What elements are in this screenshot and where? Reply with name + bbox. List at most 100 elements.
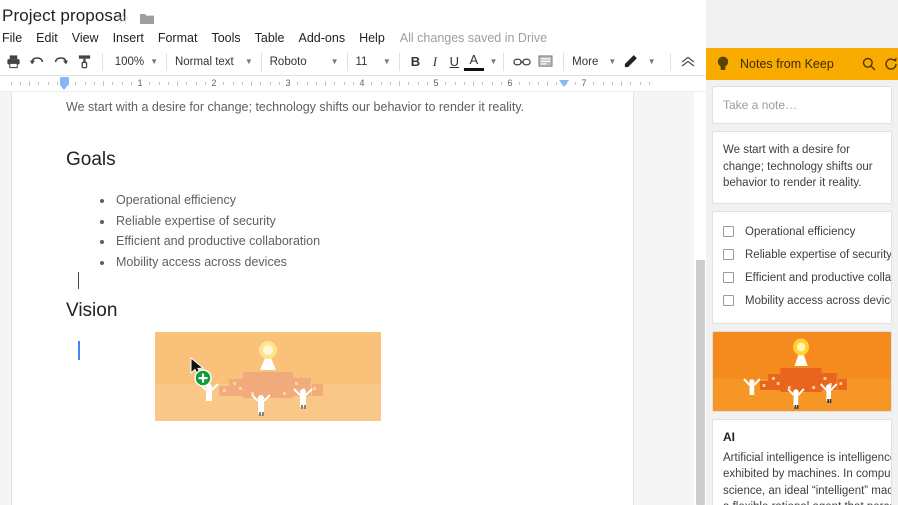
folder-icon[interactable]	[139, 12, 155, 28]
menu-table[interactable]: Table	[248, 28, 292, 48]
paint-format-icon[interactable]	[74, 51, 93, 73]
menu-format[interactable]: Format	[151, 28, 205, 48]
chevron-down-icon[interactable]: ▼	[648, 57, 656, 66]
list-item[interactable]: Mobility access across devices	[90, 252, 320, 273]
ruler-number: 4	[359, 78, 364, 88]
list-item[interactable]: Efficient and productive collaboration	[90, 231, 320, 252]
ruler-number: 6	[507, 78, 512, 88]
lightbulb-teamwork-illustration[interactable]	[713, 332, 891, 411]
link-icon[interactable]	[512, 51, 531, 73]
ruler-tick	[482, 82, 483, 85]
menu-tools[interactable]: Tools	[204, 28, 247, 48]
list-item[interactable]: Operational efficiency	[90, 190, 320, 211]
checkbox-unchecked-icon[interactable]	[723, 249, 734, 260]
font-family-dropdown[interactable]: Roboto ▼	[268, 51, 341, 73]
checklist[interactable]: Operational efficiency Reliable expertis…	[713, 212, 891, 323]
ruler-tick	[556, 82, 557, 85]
right-indent-marker[interactable]	[559, 80, 569, 87]
note-card-checklist[interactable]: Operational efficiency Reliable expertis…	[712, 211, 892, 324]
checkbox-unchecked-icon[interactable]	[723, 272, 734, 283]
ruler-tick	[381, 82, 382, 85]
ruler-tick	[445, 82, 446, 85]
zoom-dropdown[interactable]: 100% ▼	[113, 51, 160, 73]
document-page[interactable]: We start with a desire for change; techn…	[12, 92, 633, 505]
redo-icon[interactable]	[51, 51, 70, 73]
left-indent-marker[interactable]	[60, 77, 69, 85]
ruler-tick	[621, 81, 622, 86]
ruler-tick	[344, 82, 345, 85]
checklist-item-label: Efficient and productive collaboration	[745, 272, 892, 284]
horizontal-ruler[interactable]: 1234567	[0, 76, 706, 92]
ruler-tick	[168, 82, 169, 85]
list-item[interactable]: Operational efficiency	[723, 222, 881, 242]
ruler-tick	[390, 82, 391, 85]
paragraph-style-value: Normal text	[175, 56, 234, 68]
scrollbar-thumb[interactable]	[696, 260, 705, 505]
toolbar-divider	[399, 53, 400, 71]
note-body-clip: Artificial intelligence is intelligence …	[713, 446, 891, 505]
ruler-number: 7	[581, 78, 586, 88]
star-outline-icon[interactable]: ☆	[116, 12, 132, 28]
document-title[interactable]: Project proposal	[2, 6, 126, 26]
search-icon[interactable]	[862, 53, 876, 75]
bold-button[interactable]: B	[406, 51, 425, 73]
toolbar-divider	[102, 53, 103, 71]
note-card-ai[interactable]: AI Artificial intelligence is intelligen…	[712, 419, 892, 505]
intro-paragraph[interactable]: We start with a desire for change; techn…	[66, 98, 524, 116]
text-color-button[interactable]: A	[464, 53, 483, 71]
ruler-number: 1	[137, 78, 142, 88]
note-text-content: We start with a desire for change; techn…	[713, 132, 891, 203]
document-vertical-scrollbar[interactable]	[694, 92, 706, 505]
note-card-text[interactable]: We start with a desire for change; techn…	[712, 131, 892, 204]
chevron-down-icon: ▼	[331, 57, 339, 66]
pencil-icon[interactable]	[620, 51, 639, 73]
menu-help[interactable]: Help	[352, 28, 392, 48]
checkbox-unchecked-icon[interactable]	[723, 226, 734, 237]
checkbox-unchecked-icon[interactable]	[723, 295, 734, 306]
chevron-up-icon[interactable]	[679, 51, 698, 73]
ruler-tick	[593, 82, 594, 85]
ruler-tick	[112, 82, 113, 85]
dragged-image-ghost[interactable]	[155, 332, 381, 421]
italic-button[interactable]: I	[425, 51, 444, 73]
chevron-down-icon[interactable]: ▼	[490, 57, 498, 66]
menu-add-ons[interactable]: Add-ons	[292, 28, 353, 48]
ruler-tick	[75, 82, 76, 85]
refresh-icon[interactable]	[884, 53, 898, 75]
ruler-tick	[223, 82, 224, 85]
menu-insert[interactable]: Insert	[106, 28, 151, 48]
list-item[interactable]: Efficient and productive collaboration	[723, 268, 881, 288]
document-canvas[interactable]: We start with a desire for change; techn…	[0, 92, 706, 505]
list-item[interactable]: Mobility access across devices	[723, 291, 881, 311]
list-item[interactable]: Reliable expertise of security	[90, 211, 320, 232]
menu-file[interactable]: File	[0, 28, 29, 48]
take-a-note-card[interactable]: Take a note…	[712, 86, 892, 124]
menu-edit[interactable]: Edit	[29, 28, 65, 48]
font-size-dropdown[interactable]: 11 ▼	[353, 51, 392, 73]
chevron-down-icon: ▼	[150, 57, 158, 66]
paragraph-style-dropdown[interactable]: Normal text ▼	[173, 51, 255, 73]
ruler-tick	[408, 82, 409, 85]
goals-bullet-list[interactable]: Operational efficiency Reliable expertis…	[90, 190, 320, 272]
take-note-placeholder[interactable]: Take a note…	[713, 87, 891, 123]
underline-button[interactable]: U	[445, 51, 464, 73]
ruler-tick	[371, 82, 372, 85]
insert-comment-icon[interactable]	[536, 51, 555, 73]
ruler-tick	[325, 81, 326, 86]
note-card-image[interactable]	[712, 331, 892, 412]
ruler-tick	[455, 82, 456, 85]
keep-panel-title: Notes from Keep	[740, 57, 834, 71]
ruler-tick	[529, 82, 530, 85]
ruler-tick	[233, 82, 234, 85]
heading-vision[interactable]: Vision	[66, 299, 117, 323]
ruler-tick	[177, 81, 178, 86]
toolbar-divider	[166, 53, 167, 71]
more-toolbar-button[interactable]: More ▼	[570, 51, 618, 73]
menu-view[interactable]: View	[65, 28, 106, 48]
undo-icon[interactable]	[27, 51, 46, 73]
list-item[interactable]: Reliable expertise of security	[723, 245, 881, 265]
ruler-tick	[612, 82, 613, 85]
keep-notes-list[interactable]: Take a note… We start with a desire for …	[706, 80, 898, 505]
heading-goals[interactable]: Goals	[66, 148, 116, 172]
print-icon[interactable]	[4, 51, 23, 73]
